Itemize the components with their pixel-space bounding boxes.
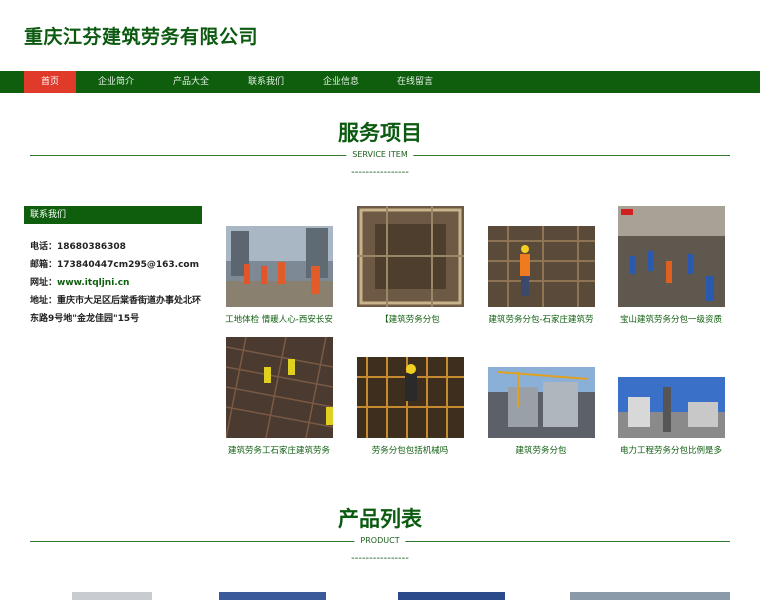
email-label: 邮箱：	[30, 260, 58, 270]
products-dashes: ----------------	[351, 553, 409, 564]
products-subtitle: PRODUCT	[354, 536, 406, 545]
main-navbar: 首页 企业简介 产品大全 联系我们 企业信息 在线留言	[0, 71, 760, 93]
services-dashes: ----------------	[351, 167, 409, 178]
service-caption[interactable]: 建筑劳务工石家庄建筑劳务	[219, 444, 339, 456]
product-photo[interactable]	[398, 592, 505, 600]
service-photo[interactable]	[356, 206, 464, 307]
nav-item-home[interactable]: 首页	[24, 71, 76, 93]
service-caption[interactable]: 宝山建筑劳务分包一级资质	[611, 313, 731, 325]
nav-item-products[interactable]: 产品大全	[165, 71, 217, 93]
service-photo[interactable]	[487, 367, 595, 438]
site-title: 重庆江芬建筑劳务有限公司	[24, 26, 259, 48]
nav-item-contact[interactable]: 联系我们	[240, 71, 292, 93]
service-caption[interactable]: 电力工程劳务分包比例是多	[611, 444, 731, 456]
service-photo[interactable]	[617, 377, 725, 438]
services-title: 服务项目	[338, 121, 422, 145]
service-caption[interactable]: 建筑劳务分包	[481, 444, 601, 456]
service-caption[interactable]: 建筑劳务分包-石家庄建筑劳	[481, 313, 601, 325]
product-photo[interactable]	[219, 592, 326, 600]
products-title: 产品列表	[338, 507, 422, 531]
service-photo[interactable]	[225, 337, 333, 438]
nav-item-about[interactable]: 企业简介	[90, 71, 142, 93]
web-label: 网址：	[30, 278, 58, 288]
service-card[interactable]: 宝山建筑劳务分包一级资质	[611, 206, 731, 325]
service-card[interactable]: 建筑劳务工石家庄建筑劳务	[219, 337, 339, 456]
service-caption[interactable]: 【建筑劳务分包	[350, 313, 470, 325]
web-link[interactable]: www.itqljni.cn	[57, 278, 129, 288]
service-photo[interactable]	[356, 357, 464, 438]
phone-value: 18680386308	[57, 242, 126, 252]
contact-phone: 电话：18680386308	[30, 238, 202, 256]
contact-heading: 联系我们	[24, 206, 202, 224]
email-value: 173840447cm295@163.com	[57, 260, 199, 270]
product-photo[interactable]	[570, 592, 730, 600]
service-card[interactable]: 【建筑劳务分包	[350, 206, 470, 325]
service-card[interactable]: 工地体检 情暖人心-西安长安	[219, 206, 339, 325]
service-card[interactable]: 电力工程劳务分包比例是多	[611, 337, 731, 456]
contact-email: 邮箱：173840447cm295@163.com	[30, 256, 202, 274]
service-photo[interactable]	[617, 206, 725, 307]
service-photo[interactable]	[225, 226, 333, 307]
services-subtitle: SERVICE ITEM	[346, 150, 414, 159]
address-label: 地址：	[30, 296, 58, 306]
service-card[interactable]: 建筑劳务分包-石家庄建筑劳	[481, 206, 601, 325]
contact-box: 联系我们 电话：18680386308 邮箱：173840447cm295@16…	[24, 206, 202, 328]
nav-item-message[interactable]: 在线留言	[389, 71, 441, 93]
contact-address: 地址：重庆市大足区后棠香街道办事处北环东路9号地"金龙佳园"15号	[30, 292, 202, 328]
service-caption[interactable]: 工地体检 情暖人心-西安长安	[219, 313, 339, 325]
service-caption[interactable]: 劳务分包包括机械吗	[350, 444, 470, 456]
nav-item-info[interactable]: 企业信息	[315, 71, 367, 93]
service-photo[interactable]	[487, 226, 595, 307]
phone-label: 电话：	[30, 242, 58, 252]
service-card[interactable]: 劳务分包包括机械吗	[350, 337, 470, 456]
service-card[interactable]: 建筑劳务分包	[481, 337, 601, 456]
product-photo[interactable]	[72, 592, 152, 600]
contact-web: 网址：www.itqljni.cn	[30, 274, 202, 292]
